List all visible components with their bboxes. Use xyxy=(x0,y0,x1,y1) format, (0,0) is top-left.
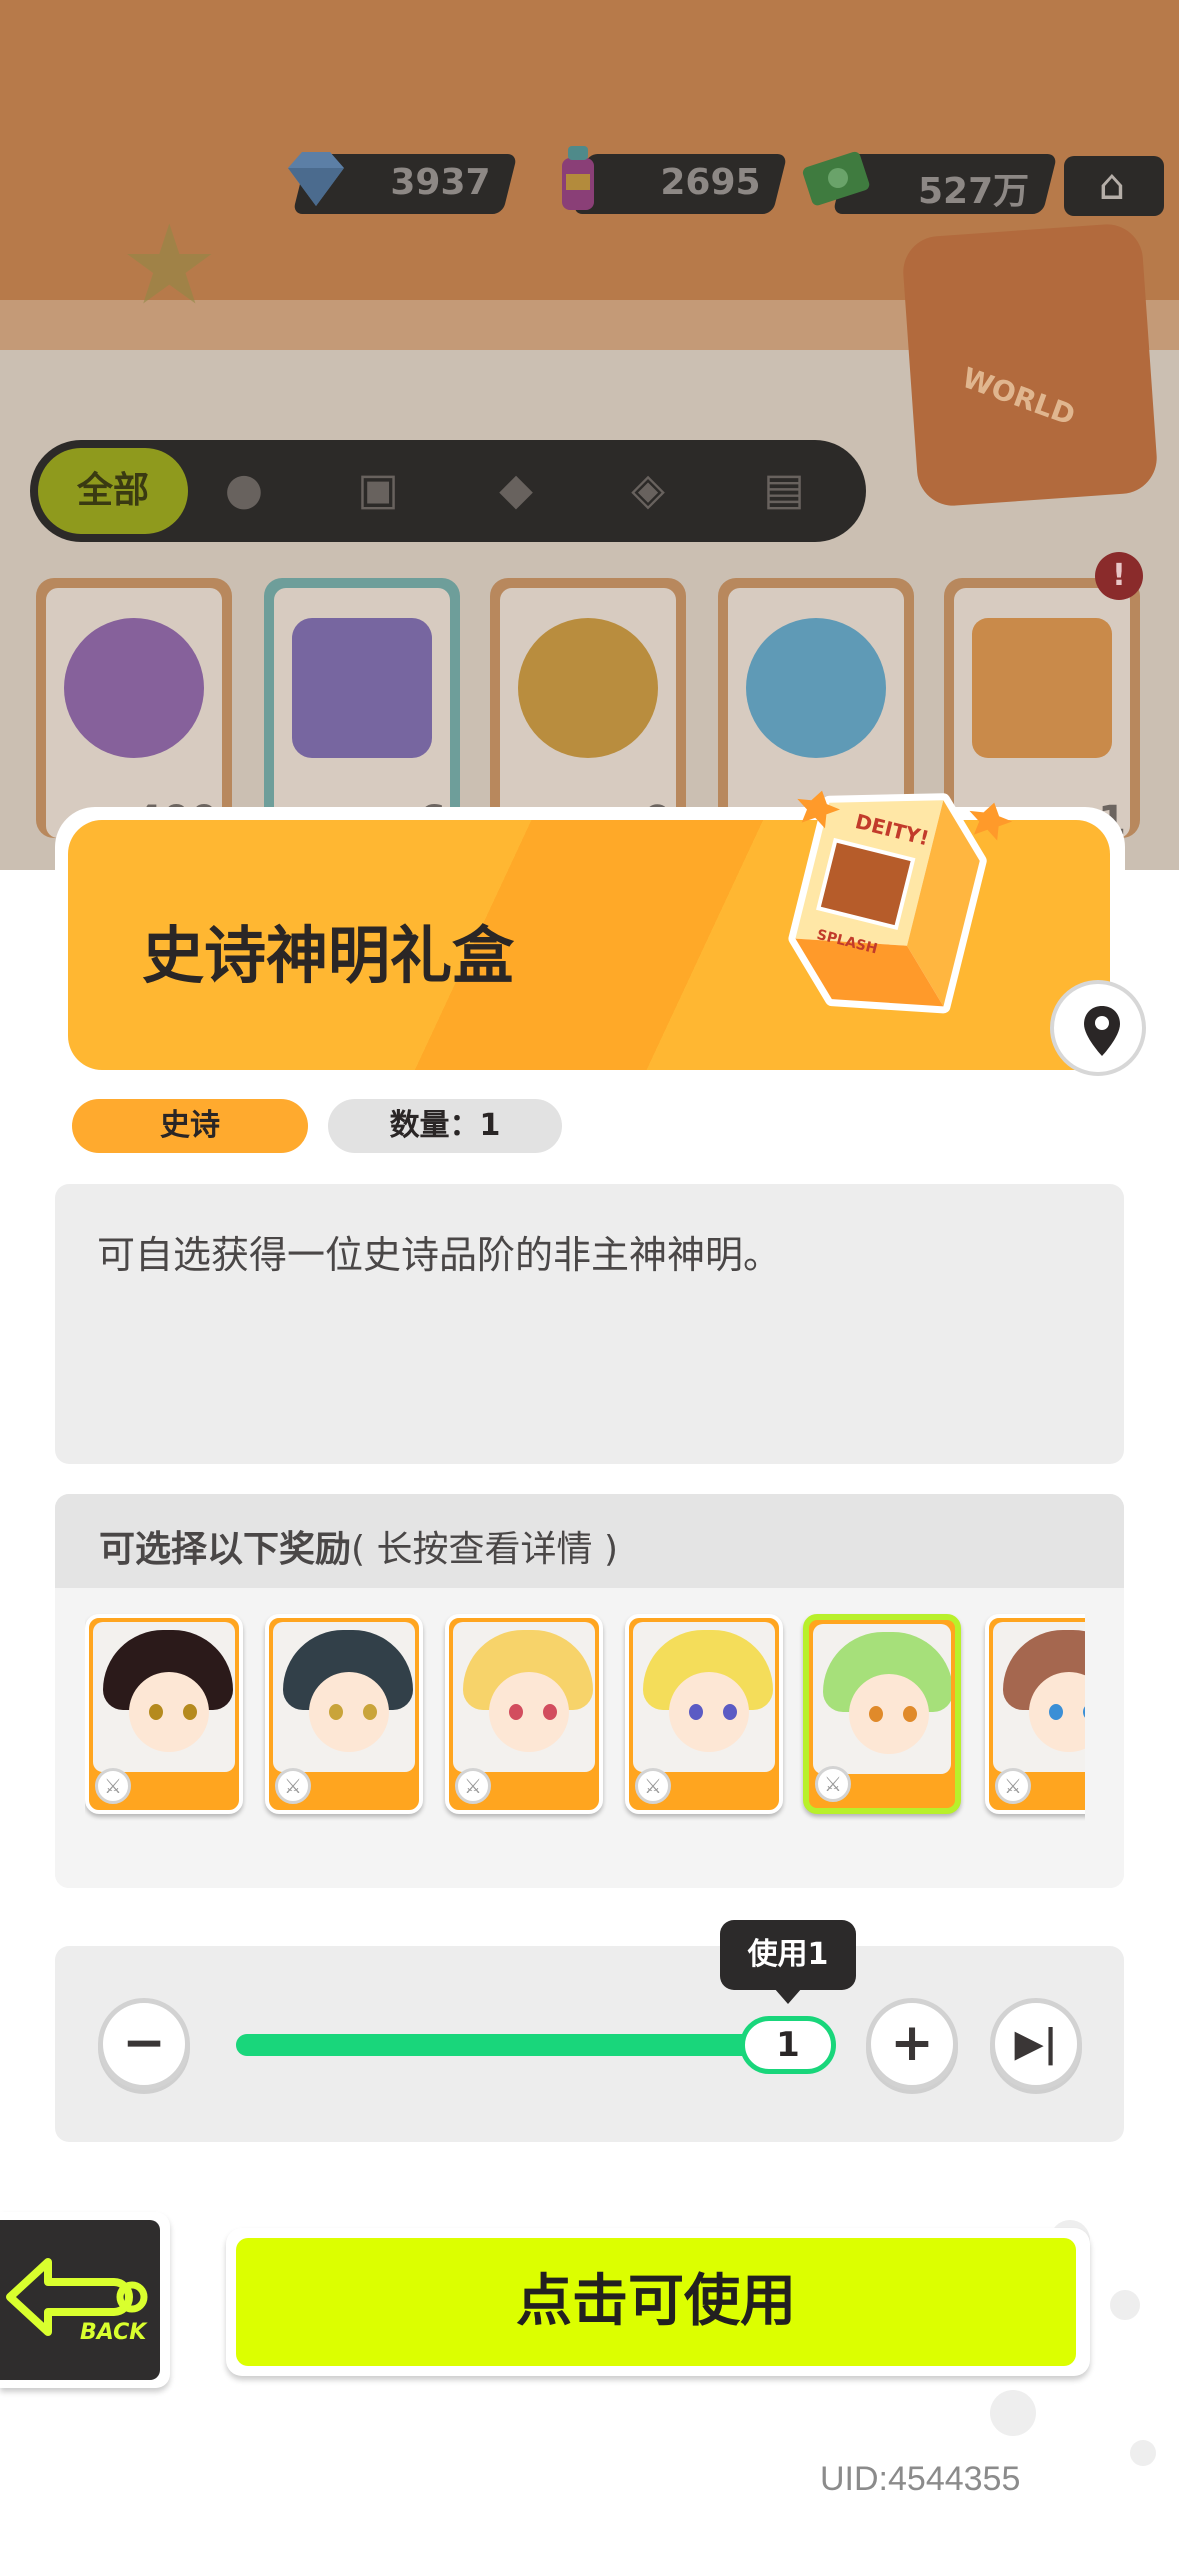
tab-all[interactable]: 全部 xyxy=(38,448,188,534)
card-icon[interactable]: ◆ xyxy=(486,460,546,520)
description-box: 可自选获得一位史诗品阶的非主神神明。 xyxy=(55,1184,1124,1464)
quantity-slider-knob[interactable]: 1 xyxy=(740,2016,836,2074)
world-event-button[interactable] xyxy=(900,221,1160,509)
book-icon[interactable]: ▤ xyxy=(754,460,814,520)
increase-button[interactable]: + xyxy=(866,1998,958,2090)
box-icon[interactable]: ▣ xyxy=(348,460,408,520)
cash-count: 527万 xyxy=(917,171,1030,212)
reward-character-card[interactable]: ⚔ xyxy=(85,1614,243,1814)
max-button[interactable]: ▶| xyxy=(990,1998,1082,2090)
rarity-badge: 史诗 xyxy=(72,1099,308,1153)
quantity-badge: 数量：1 xyxy=(328,1099,562,1153)
spray-count: 2695 xyxy=(660,162,761,203)
person-icon[interactable]: ● xyxy=(214,460,274,520)
decrease-button[interactable]: − xyxy=(98,1998,190,2090)
reward-character-card-selected[interactable]: ⚔ xyxy=(803,1614,961,1814)
sword-icon: ⚔ xyxy=(95,1768,131,1804)
shop-icon: ⌂ xyxy=(1098,160,1126,209)
sword-icon: ⚔ xyxy=(815,1766,851,1802)
item-title: 史诗神明礼盒 xyxy=(142,919,515,992)
reward-character-card[interactable]: ⚔ xyxy=(625,1614,783,1814)
reward-carousel[interactable]: ⚔ ⚔ ⚔ ⚔ ⚔ ⚔ xyxy=(85,1606,1085,1846)
reward-character-card[interactable]: ⚔ xyxy=(985,1614,1085,1814)
user-id: UID:4544355 xyxy=(820,2460,1021,2498)
inventory-item[interactable]: 9 xyxy=(490,578,686,844)
back-label: BACK xyxy=(80,2320,147,2345)
pistol-icon: ⚔ xyxy=(995,1768,1031,1804)
reward-character-card[interactable]: ⚔ xyxy=(265,1614,423,1814)
star-icon: ★ xyxy=(120,201,219,329)
quantity-slider-fill xyxy=(236,2034,788,2056)
cash-icon xyxy=(800,140,876,216)
reward-options-panel: 可选择以下奖励( 长按查看详情 ) ⚔ ⚔ ⚔ ⚔ ⚔ ⚔ xyxy=(55,1494,1124,1888)
card-stack-icon[interactable]: ◈ xyxy=(618,460,678,520)
diamond-icon xyxy=(278,140,354,216)
tooltip-arrow xyxy=(774,1988,802,2004)
reward-title-text: 可选择以下奖励 xyxy=(99,1529,352,1570)
reward-character-card[interactable]: ⚔ xyxy=(445,1614,603,1814)
use-count-tooltip: 使用1 xyxy=(720,1920,856,1990)
inventory-item[interactable]: 6 xyxy=(264,578,460,844)
spray-can-icon xyxy=(540,140,616,216)
reward-title: 可选择以下奖励( 长按查看详情 ) xyxy=(99,1520,618,1572)
location-pin-icon xyxy=(1084,1006,1120,1056)
sword-icon: ⚔ xyxy=(455,1768,491,1804)
locate-button[interactable] xyxy=(1050,980,1146,1076)
use-button[interactable]: 点击可使用 xyxy=(236,2238,1076,2366)
alert-icon: ! xyxy=(1095,552,1143,600)
diamond-count: 3937 xyxy=(390,162,491,203)
item-description: 可自选获得一位史诗品阶的非主神神明。 xyxy=(97,1233,782,1277)
inventory-item[interactable]: 400 xyxy=(36,578,232,844)
sword-icon: ⚔ xyxy=(635,1768,671,1804)
reward-hint: ( 长按查看详情 ) xyxy=(351,1529,618,1570)
sword-icon: ⚔ xyxy=(275,1768,311,1804)
